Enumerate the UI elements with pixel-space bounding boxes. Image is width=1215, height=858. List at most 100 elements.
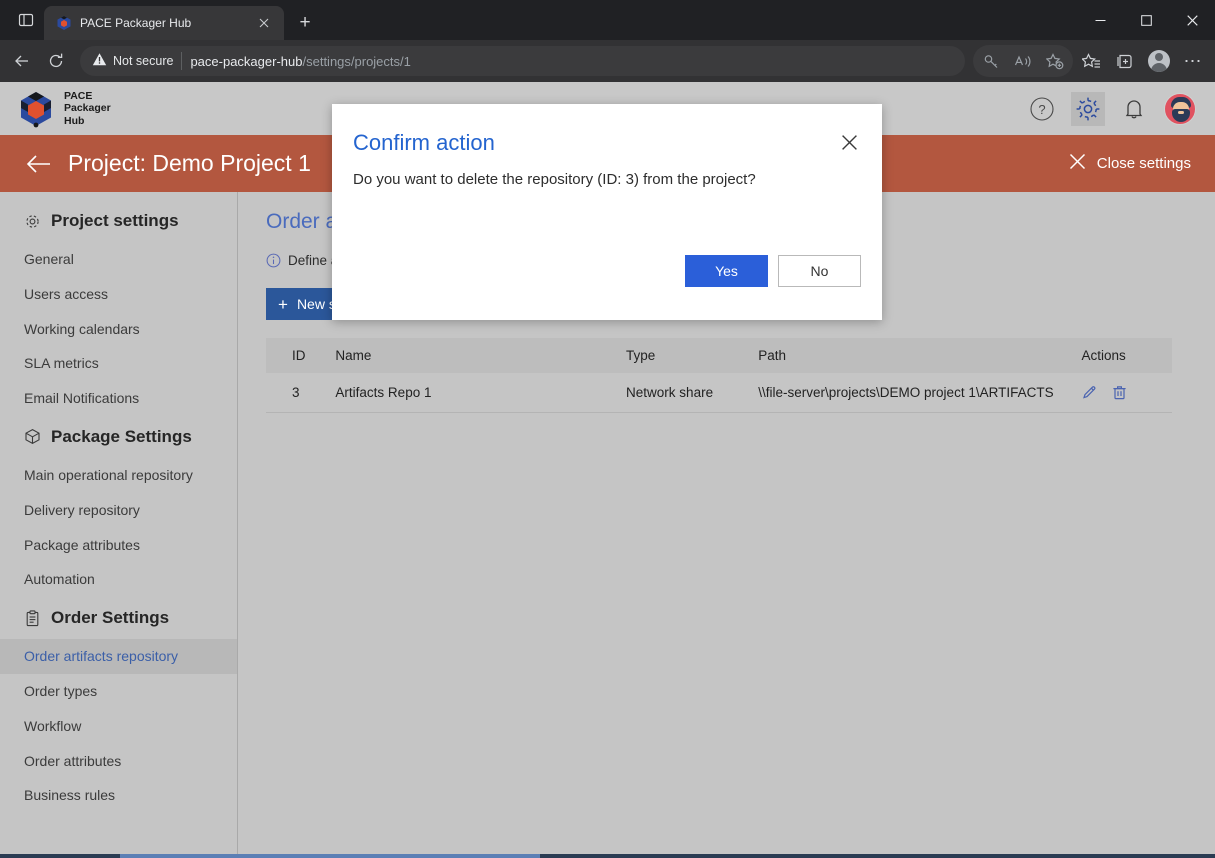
sidebar-section-package-settings: Package Settings [0, 416, 237, 458]
gear-settings-icon[interactable] [1071, 91, 1105, 126]
delete-trash-icon[interactable] [1111, 384, 1128, 401]
tab-strip: PACE Packager Hub + [0, 0, 1215, 40]
column-header-type[interactable]: Type [618, 338, 751, 373]
settings-more-icon[interactable]: ⋯ [1177, 45, 1209, 77]
cell-actions [1063, 373, 1172, 413]
sidebar-item-sla-metrics[interactable]: SLA metrics [0, 346, 237, 381]
clipboard-icon [24, 610, 41, 627]
back-arrow-icon[interactable] [6, 45, 38, 77]
edit-pencil-icon[interactable] [1081, 384, 1098, 401]
close-x-icon [1069, 153, 1086, 174]
table-header-row: ID Name Type Path Actions [266, 338, 1172, 373]
window-controls [1077, 0, 1215, 40]
sidebar-item-email-notifications[interactable]: Email Notifications [0, 381, 237, 416]
profile-avatar-icon[interactable] [1143, 45, 1175, 77]
scrollbar-thumb[interactable] [120, 854, 540, 858]
table-body: 3 Artifacts Repo 1 Network share \\file-… [266, 373, 1172, 413]
avatar [1148, 50, 1170, 72]
pace-cube-logo [18, 90, 54, 128]
sidebar-item-users-access[interactable]: Users access [0, 277, 237, 312]
add-favorite-icon[interactable] [1039, 45, 1071, 77]
horizontal-scrollbar[interactable] [0, 854, 1215, 858]
sidebar-item-workflow[interactable]: Workflow [0, 709, 237, 744]
url-host: pace-packager-hub [190, 53, 303, 69]
sidebar-item-package-attributes[interactable]: Package attributes [0, 528, 237, 563]
omnibox-divider [181, 52, 183, 70]
sidebar-item-order-artifacts-repository[interactable]: Order artifacts repository [0, 639, 237, 674]
tab-title: PACE Packager Hub [80, 16, 192, 30]
address-bar[interactable]: Not secure pace-packager-hub/settings/pr… [80, 46, 965, 76]
dialog-message: Do you want to delete the repository (ID… [353, 171, 756, 188]
sidebar-section-label: Order Settings [51, 608, 170, 628]
table-header: ID Name Type Path Actions [266, 338, 1172, 373]
read-aloud-icon[interactable] [1007, 45, 1039, 77]
close-x-icon[interactable] [837, 130, 862, 155]
brand-line-1: PACE [64, 89, 93, 102]
column-header-path[interactable]: Path [750, 338, 1064, 373]
warning-triangle-icon [92, 52, 107, 70]
column-header-id[interactable]: ID [266, 338, 328, 373]
close-settings-label: Close settings [1096, 155, 1191, 172]
sidebar-item-main-operational-repository[interactable]: Main operational repository [0, 458, 237, 493]
title-bar-left: Project: Demo Project 1 [0, 150, 311, 177]
cell-name: Artifacts Repo 1 [327, 373, 619, 413]
dialog-actions: Yes No [685, 255, 861, 287]
cell-id: 3 [266, 373, 328, 413]
browser-tab[interactable]: PACE Packager Hub [44, 6, 284, 40]
favorites-list-icon[interactable] [1075, 45, 1107, 77]
sidebar-item-delivery-repository[interactable]: Delivery repository [0, 493, 237, 528]
svg-text:?: ? [1038, 102, 1045, 117]
help-icon[interactable]: ? [1025, 92, 1059, 126]
close-icon[interactable] [252, 11, 276, 35]
column-header-name[interactable]: Name [327, 338, 619, 373]
info-circle-icon [266, 253, 281, 268]
toolbar-actions: ⋯ [973, 45, 1209, 77]
header-actions: ? [1025, 91, 1197, 126]
browser-window: PACE Packager Hub + Not secure pace-pack… [0, 0, 1215, 858]
sidebar-section-label: Project settings [51, 211, 179, 230]
sidebar-item-order-attributes[interactable]: Order attributes [0, 744, 237, 779]
notifications-bell-icon[interactable] [1117, 92, 1151, 126]
browser-toolbar: Not secure pace-packager-hub/settings/pr… [0, 40, 1215, 82]
sidebar-item-order-types[interactable]: Order types [0, 674, 237, 709]
close-settings-button[interactable]: Close settings [1069, 153, 1197, 174]
confirm-action-dialog: Confirm action Do you want to delete the… [332, 104, 882, 320]
new-tab-button[interactable]: + [290, 7, 320, 37]
brand[interactable]: PACE Packager Hub [18, 90, 111, 128]
sidebar-item-business-rules[interactable]: Business rules [0, 778, 237, 813]
brand-line-2: Packager [64, 102, 111, 115]
close-window-button[interactable] [1169, 0, 1215, 40]
cell-path: \\file-server\projects\DEMO project 1\AR… [750, 373, 1064, 413]
sidebar-item-automation[interactable]: Automation [0, 562, 237, 597]
sidebar-item-working-calendars[interactable]: Working calendars [0, 312, 237, 347]
brand-line-3: Hub [64, 114, 85, 127]
table-row[interactable]: 3 Artifacts Repo 1 Network share \\file-… [266, 373, 1172, 413]
security-label: Not secure [113, 54, 174, 68]
confirm-yes-button[interactable]: Yes [685, 255, 768, 287]
url-text: pace-packager-hub/settings/projects/1 [190, 54, 410, 69]
page-viewport: PACE Packager Hub ? Project: Demo Projec… [0, 82, 1215, 858]
url-path: /settings/projects/1 [302, 53, 411, 69]
pace-cube-icon [56, 15, 72, 31]
sidebar-section-label: Package Settings [51, 426, 192, 446]
security-status[interactable]: Not secure [92, 52, 173, 70]
brand-text: PACE Packager Hub [64, 90, 111, 127]
sidebar-item-general[interactable]: General [0, 242, 237, 277]
sidebar-section-order-settings: Order Settings [0, 597, 237, 639]
minimize-button[interactable] [1077, 0, 1123, 40]
back-arrow-icon[interactable] [26, 154, 52, 174]
user-avatar[interactable] [1163, 92, 1197, 126]
key-password-icon[interactable] [975, 45, 1007, 77]
cancel-no-button[interactable]: No [778, 255, 861, 287]
settings-sidebar: Project settings General Users access Wo… [0, 192, 238, 858]
sidebar-section-project-settings: Project settings [0, 200, 237, 242]
plus-icon: + [278, 294, 288, 314]
reload-icon[interactable] [40, 45, 72, 77]
split-pane-icon[interactable] [8, 4, 44, 36]
column-header-actions: Actions [1063, 338, 1172, 373]
collections-icon[interactable] [1109, 45, 1141, 77]
avatar [1164, 92, 1196, 125]
dialog-header: Confirm action [332, 104, 882, 156]
maximize-button[interactable] [1123, 0, 1169, 40]
omnibox-actions-group [973, 45, 1073, 77]
